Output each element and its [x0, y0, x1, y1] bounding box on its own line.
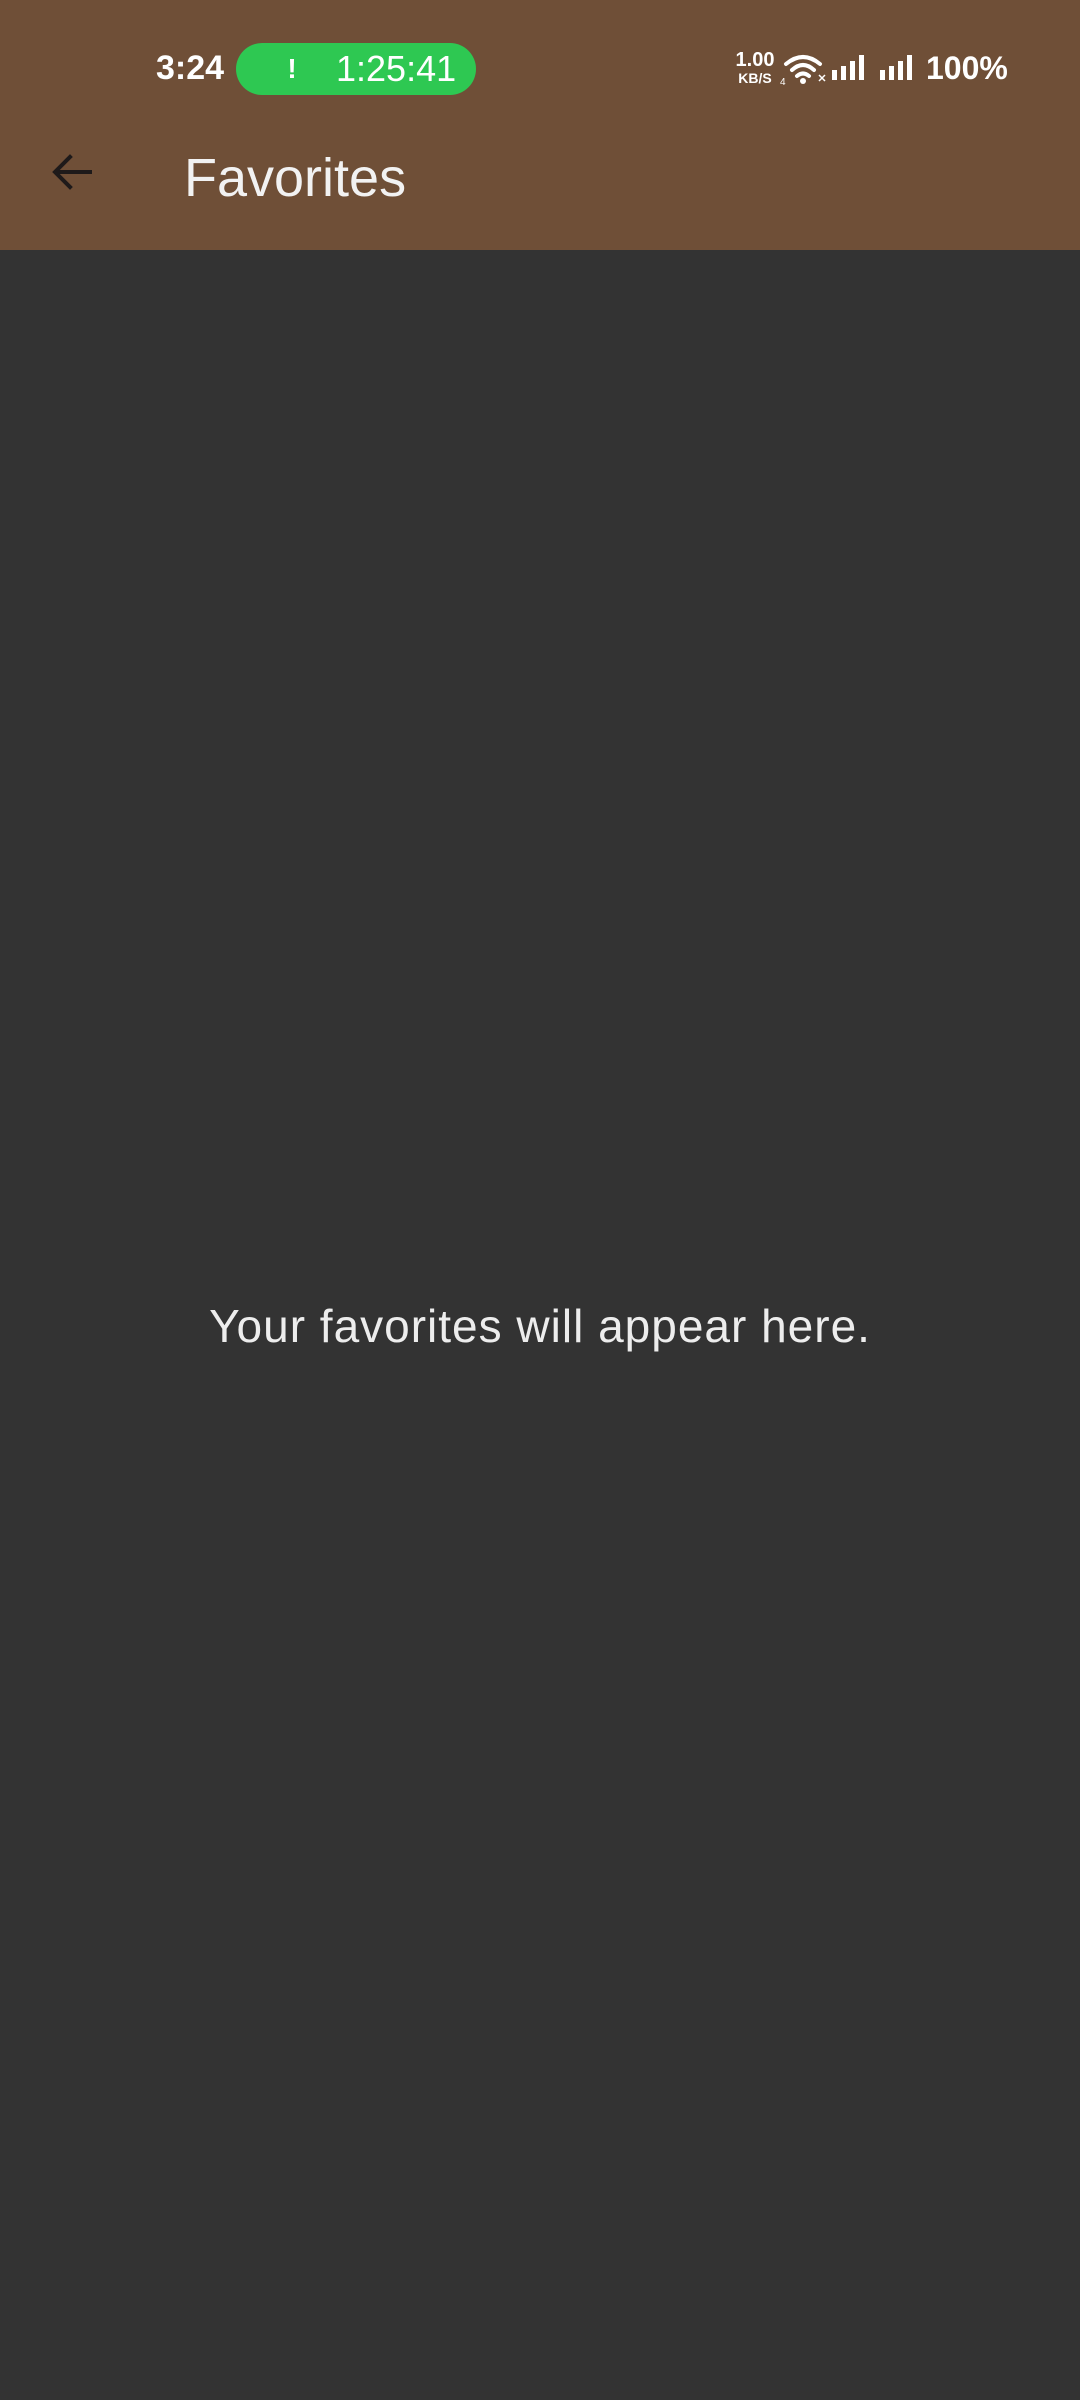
- status-bar: 3:24 ! 1:25:41 1.00 KB/S 4 100%: [0, 0, 1080, 130]
- network-speed-value: 1.00: [735, 49, 775, 71]
- back-button[interactable]: [36, 136, 108, 208]
- ongoing-call-chip[interactable]: ! 1:25:41: [236, 43, 476, 95]
- network-speed: 1.00 KB/S: [732, 50, 778, 85]
- signal-strength-icon: [832, 55, 864, 80]
- arrow-left-icon: [52, 154, 92, 190]
- call-timer: 1:25:41: [336, 48, 457, 89]
- svg-text:4: 4: [780, 77, 786, 86]
- signal-strength-icon: [880, 55, 912, 80]
- status-time: 3:24: [156, 49, 225, 87]
- app-bar: [0, 130, 1080, 250]
- battery-level: 100%: [926, 50, 1008, 86]
- wifi-icon: 4: [780, 55, 826, 86]
- page-title: Favorites: [184, 148, 407, 208]
- exclamation-icon: !: [287, 53, 297, 84]
- empty-state-message: Your favorites will appear here.: [209, 1300, 871, 1352]
- network-speed-unit: KB/S: [738, 70, 772, 86]
